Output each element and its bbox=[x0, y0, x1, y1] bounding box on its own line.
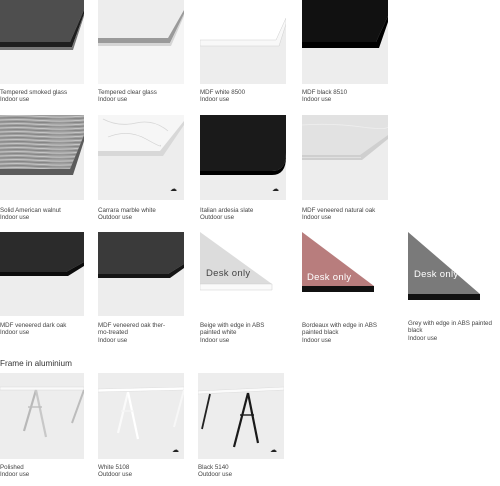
swatch-mdf-veneered-dark-oak[interactable] bbox=[0, 232, 84, 316]
frame-name: Black 5140 bbox=[198, 464, 229, 471]
swatch-caption: Tempered smoked glass Indoor use bbox=[0, 89, 67, 104]
outdoor-use-icon: ☁ bbox=[270, 447, 277, 454]
swatch-name: Tempered smoked glass bbox=[0, 89, 68, 96]
swatch-name-cont: mo-treated bbox=[98, 329, 128, 337]
swatch-mdf-black-8510[interactable] bbox=[302, 0, 388, 84]
swatch-use: Indoor use bbox=[408, 334, 438, 342]
swatch-mdf-veneered-natural-oak[interactable] bbox=[302, 115, 388, 200]
frame-caption: Black 5140 Outdoor use bbox=[198, 464, 232, 479]
swatch-caption: Italian ardesia slate Outdoor use bbox=[200, 207, 253, 222]
swatch-use: Indoor use bbox=[200, 96, 230, 104]
swatch-use: Indoor use bbox=[302, 214, 332, 222]
desk-only-label: Desk only bbox=[414, 269, 459, 280]
frame-caption: White 5108 Outdoor use bbox=[98, 464, 132, 479]
swatch-caption: Tempered clear glass Indoor use bbox=[98, 89, 157, 104]
swatch-solid-american-walnut[interactable] bbox=[0, 115, 84, 200]
swatch-name: Tempered clear glass bbox=[98, 89, 157, 96]
swatch-name-cont: black bbox=[408, 327, 423, 335]
swatch-caption: MDF veneered natural oak Indoor use bbox=[302, 207, 375, 222]
swatch-use: Indoor use bbox=[200, 336, 230, 344]
swatch-caption: Bordeaux with edge in ABS painted black … bbox=[302, 322, 377, 344]
swatch-grey-abs-black[interactable] bbox=[408, 232, 482, 304]
swatch-use: Indoor use bbox=[302, 96, 332, 104]
swatch-mdf-veneered-oak-thermo-treated[interactable] bbox=[98, 232, 184, 316]
swatch-name-cont: painted black bbox=[302, 329, 339, 337]
frame-polished[interactable] bbox=[0, 373, 84, 459]
section-title: Frame in aluminium bbox=[0, 359, 72, 368]
swatch-use: Outdoor use bbox=[200, 214, 235, 222]
swatch-caption: MDF white 8500 Indoor use bbox=[200, 89, 245, 104]
swatch-name: MDF white 8500 bbox=[200, 89, 246, 96]
swatch-name: Carrara marble white bbox=[98, 207, 156, 214]
swatch-name: Italian ardesia slate bbox=[200, 207, 254, 214]
swatch-mdf-white-8500[interactable] bbox=[200, 0, 286, 84]
swatch-use: Outdoor use bbox=[98, 214, 133, 222]
swatch-use: Indoor use bbox=[0, 214, 30, 222]
outdoor-use-icon: ☁ bbox=[272, 186, 279, 193]
swatch-name: Grey with edge in ABS painted bbox=[408, 320, 492, 327]
swatch-name-cont: painted white bbox=[200, 329, 237, 337]
swatch-name: MDF veneered dark oak bbox=[0, 322, 67, 329]
swatch-caption: MDF black 8510 Indoor use bbox=[302, 89, 347, 104]
swatch-caption: Grey with edge in ABS painted black Indo… bbox=[408, 320, 492, 342]
swatch-use: Indoor use bbox=[0, 96, 30, 104]
swatch-name: MDF black 8510 bbox=[302, 89, 348, 96]
outdoor-use-icon: ☁ bbox=[170, 186, 177, 193]
swatch-name: MDF veneered natural oak bbox=[302, 207, 376, 214]
swatch-use: Indoor use bbox=[0, 329, 30, 337]
swatch-caption: Solid American walnut Indoor use bbox=[0, 207, 61, 222]
outdoor-use-icon: ☁ bbox=[172, 447, 179, 454]
swatch-tempered-smoked-glass[interactable] bbox=[0, 0, 84, 84]
desk-only-label: Desk only bbox=[206, 268, 251, 279]
swatch-use: Indoor use bbox=[98, 96, 128, 104]
swatch-name: Beige with edge in ABS bbox=[200, 322, 265, 329]
swatch-beige-abs-white[interactable] bbox=[200, 232, 274, 298]
swatch-name: Bordeaux with edge in ABS bbox=[302, 322, 377, 329]
frame-name: White 5108 bbox=[98, 464, 130, 471]
swatch-caption: Carrara marble white Outdoor use bbox=[98, 207, 156, 222]
swatch-caption: Beige with edge in ABS painted white Ind… bbox=[200, 322, 264, 344]
swatch-caption: MDF veneered dark oak Indoor use bbox=[0, 322, 66, 337]
frame-caption: Polished Indoor use bbox=[0, 464, 29, 479]
frame-use: Outdoor use bbox=[198, 471, 233, 479]
swatch-bordeaux-abs-black[interactable] bbox=[302, 232, 376, 300]
swatch-use: Indoor use bbox=[98, 336, 128, 344]
frame-name: Polished bbox=[0, 464, 24, 471]
swatch-name: MDF veneered oak ther- bbox=[98, 322, 166, 329]
swatch-name: Solid American walnut bbox=[0, 207, 61, 214]
frame-use: Outdoor use bbox=[98, 471, 133, 479]
desk-only-label: Desk only bbox=[307, 272, 352, 283]
swatch-use: Indoor use bbox=[302, 336, 332, 344]
frame-use: Indoor use bbox=[0, 471, 30, 479]
swatch-caption: MDF veneered oak ther- mo-treated Indoor… bbox=[98, 322, 165, 344]
swatch-tempered-clear-glass[interactable] bbox=[98, 0, 184, 84]
